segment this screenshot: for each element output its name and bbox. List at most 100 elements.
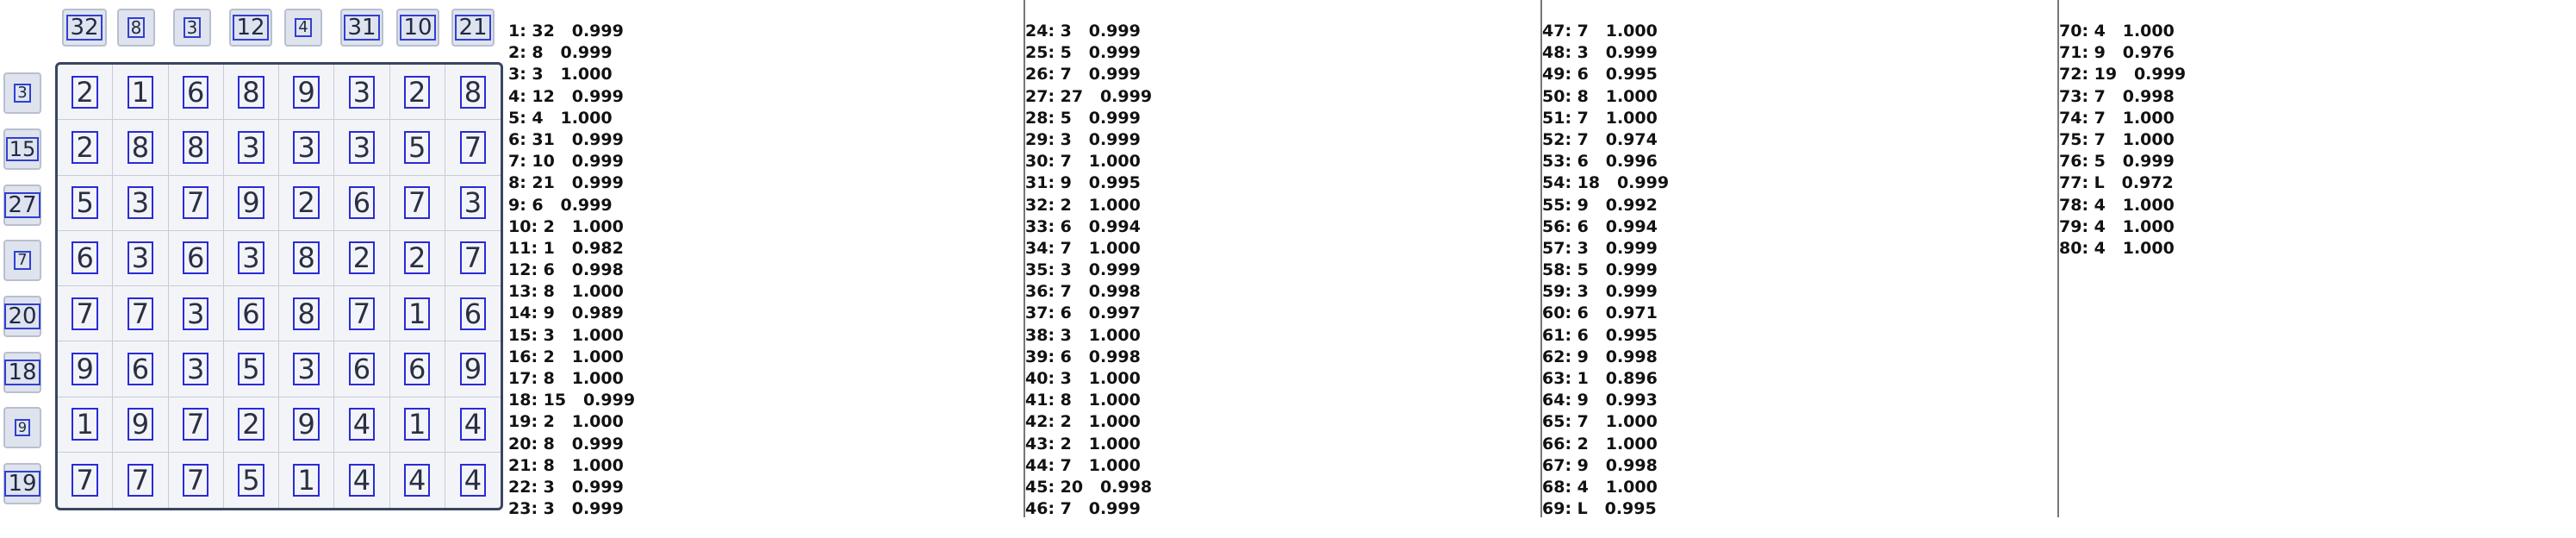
- grid-cell[interactable]: 8: [445, 65, 501, 121]
- grid-cell[interactable]: 3: [279, 120, 335, 176]
- cell-digit: 5: [403, 130, 431, 164]
- grid-cell[interactable]: 4: [334, 397, 390, 453]
- result-line: 51: 7 1.000: [1542, 108, 1658, 128]
- cell-digit: 8: [459, 75, 487, 109]
- grid-cell[interactable]: 7: [445, 231, 501, 286]
- result-line: 22: 3 0.999: [508, 477, 624, 497]
- grid-cell[interactable]: 4: [390, 452, 445, 508]
- grid-cell[interactable]: 7: [113, 452, 169, 508]
- grid-cell[interactable]: 1: [389, 397, 445, 453]
- grid-cell[interactable]: 6: [168, 230, 224, 286]
- grid-cell[interactable]: 3: [334, 65, 390, 121]
- cell-digit: 3: [293, 352, 320, 385]
- grid-cell[interactable]: 3: [168, 286, 224, 342]
- grid-cell[interactable]: 7: [168, 175, 224, 231]
- row-hint-2: 15: [3, 128, 41, 170]
- grid-cell[interactable]: 7: [389, 175, 445, 231]
- grid-cell[interactable]: 2: [389, 230, 445, 286]
- column-divider: [2057, 0, 2059, 517]
- result-line: 56: 6 0.994: [1542, 216, 1658, 236]
- grid-cell[interactable]: 3: [168, 341, 224, 397]
- row-hint-5: 20: [3, 296, 41, 337]
- result-line: 77: L 0.972: [2059, 173, 2174, 193]
- cell-digit: 7: [348, 297, 376, 330]
- grid-cell[interactable]: 3: [334, 120, 390, 176]
- column-hint-8: 21: [451, 9, 495, 47]
- result-line: 2: 8 0.999: [508, 43, 613, 63]
- result-line: 27: 27 0.999: [1025, 86, 1153, 106]
- grid-cell[interactable]: 2: [334, 230, 390, 286]
- cell-digit: 7: [182, 408, 209, 441]
- grid-cell[interactable]: 1: [58, 397, 114, 453]
- grid-cell[interactable]: 5: [389, 120, 445, 176]
- grid-cell[interactable]: 9: [113, 397, 169, 453]
- result-line: 60: 6 0.971: [1542, 303, 1658, 323]
- cell-digit: 5: [238, 352, 264, 385]
- grid-cell[interactable]: 6: [223, 286, 279, 342]
- cell-digit: 3: [348, 130, 376, 164]
- column-hint-value: 8: [127, 17, 146, 38]
- grid-cell[interactable]: 8: [279, 230, 335, 286]
- grid-cell[interactable]: 7: [334, 286, 390, 342]
- column-hint-4: 12: [229, 9, 272, 47]
- grid-cell[interactable]: 6: [445, 286, 501, 342]
- column-hint-3: 3: [173, 9, 211, 47]
- grid-cell[interactable]: 3: [445, 176, 501, 231]
- result-line: 79: 4 1.000: [2059, 216, 2175, 236]
- grid-cell[interactable]: 4: [445, 453, 501, 508]
- grid-cell[interactable]: 8: [279, 286, 335, 342]
- grid-cell[interactable]: 1: [389, 286, 445, 342]
- grid-cell[interactable]: 6: [334, 175, 390, 231]
- grid-cell[interactable]: 2: [58, 120, 114, 176]
- column-hint-value: 10: [400, 15, 436, 41]
- grid-cell[interactable]: 9: [445, 341, 501, 397]
- grid-cell[interactable]: 6: [389, 341, 445, 397]
- grid-cell[interactable]: 2: [223, 397, 279, 453]
- grid-cell[interactable]: 4: [334, 452, 390, 508]
- grid-cell[interactable]: 9: [279, 397, 335, 453]
- grid-cell[interactable]: 9: [279, 65, 335, 121]
- result-line: 25: 5 0.999: [1025, 43, 1141, 63]
- row-hint-value: 19: [4, 471, 40, 497]
- grid-cell[interactable]: 7: [169, 452, 224, 508]
- grid-cell[interactable]: 8: [168, 120, 224, 176]
- grid-cell[interactable]: 7: [168, 397, 224, 453]
- column-hint-value: 3: [183, 17, 202, 38]
- grid-cell[interactable]: 7: [58, 452, 114, 508]
- row-hint-value: 7: [14, 251, 31, 270]
- grid-cell[interactable]: 3: [223, 230, 279, 286]
- column-hint-7: 10: [396, 9, 439, 47]
- grid-cell[interactable]: 6: [113, 341, 169, 397]
- grid-cell[interactable]: 3: [223, 120, 279, 176]
- grid-cell[interactable]: 2: [389, 65, 445, 121]
- grid-cell[interactable]: 5: [223, 341, 279, 397]
- grid-cell[interactable]: 3: [113, 230, 169, 286]
- result-line: 29: 3 0.999: [1025, 129, 1141, 149]
- grid-cell[interactable]: 5: [58, 175, 114, 231]
- grid-cell[interactable]: 6: [334, 341, 390, 397]
- grid-cell[interactable]: 2: [279, 175, 335, 231]
- result-line: 47: 7 1.000: [1542, 22, 1658, 41]
- grid-cell[interactable]: 7: [445, 120, 501, 176]
- grid-cell[interactable]: 7: [113, 286, 169, 342]
- grid-cell[interactable]: 1: [279, 452, 335, 508]
- grid-cell[interactable]: 7: [58, 286, 114, 342]
- cell-digit: 2: [403, 241, 431, 275]
- grid-cell[interactable]: 8: [113, 120, 169, 176]
- cell-digit: 3: [459, 186, 487, 220]
- cell-digit: 8: [293, 241, 320, 275]
- grid-cell[interactable]: 5: [224, 452, 279, 508]
- grid-cell[interactable]: 3: [279, 341, 335, 397]
- cell-digit: 3: [238, 241, 264, 275]
- grid-cell[interactable]: 9: [223, 175, 279, 231]
- grid-cell[interactable]: 1: [113, 65, 169, 121]
- grid-cell[interactable]: 4: [445, 397, 501, 453]
- cell-digit: 4: [348, 463, 376, 497]
- grid-cell[interactable]: 6: [168, 65, 224, 121]
- grid-cell[interactable]: 2: [58, 65, 114, 121]
- grid-cell[interactable]: 8: [223, 65, 279, 121]
- column-hint-value: 32: [66, 15, 103, 41]
- grid-cell[interactable]: 3: [113, 175, 169, 231]
- grid-cell[interactable]: 6: [58, 230, 114, 286]
- grid-cell[interactable]: 9: [58, 341, 114, 397]
